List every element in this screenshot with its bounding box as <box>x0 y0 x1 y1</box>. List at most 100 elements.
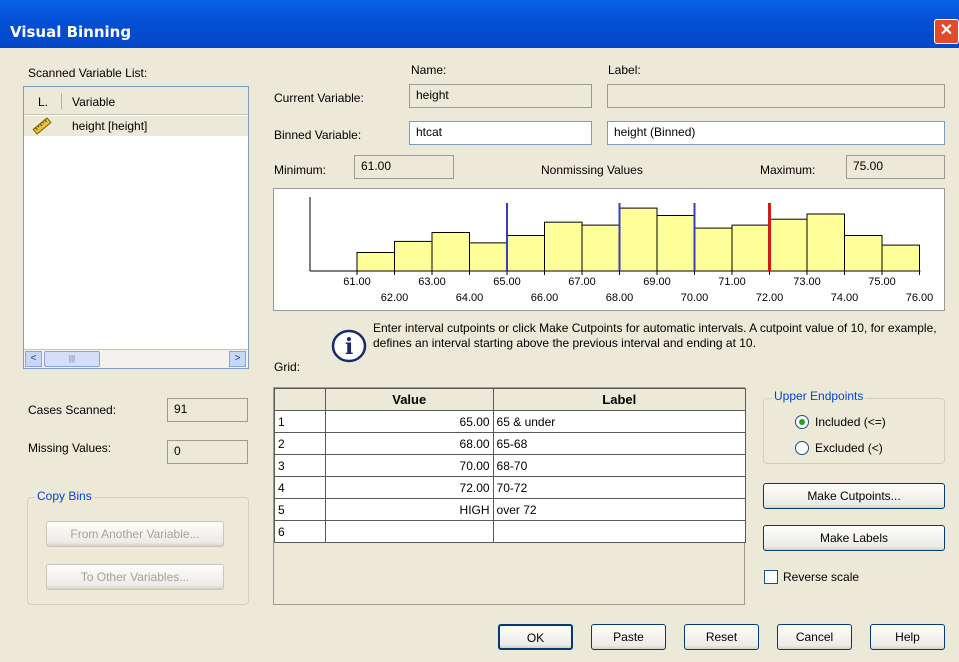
chevron-right-icon: > <box>234 353 241 364</box>
cutpoint-value-cell[interactable]: 68.00 <box>324 432 494 455</box>
histogram-bar <box>694 227 733 272</box>
column-variable-header[interactable]: Variable <box>72 95 115 109</box>
cutpoint-grid[interactable]: Value Label 1 65.00 65 & under 2 68.00 65-68… <box>273 387 747 605</box>
histogram-bar <box>619 207 658 272</box>
cases-scanned-value: 91 <box>167 398 248 422</box>
info-icon: i <box>330 327 368 368</box>
name-header: Name: <box>411 63 447 77</box>
tick-label: 64.00 <box>456 292 484 304</box>
histogram-chart[interactable]: 61.00 63.00 65.00 67.00 69.00 71.00 73.00 75.00… <box>274 189 944 310</box>
make-cutpoints-button[interactable]: Make Cutpoints... <box>763 483 945 509</box>
reset-button[interactable]: Reset <box>684 624 759 650</box>
cutpoint-label-cell[interactable]: 65-68 <box>492 432 747 455</box>
tick-label: 62.00 <box>381 292 409 304</box>
grid-label: Grid: <box>274 360 301 374</box>
reverse-scale-label[interactable]: Reverse scale <box>783 570 859 584</box>
tick-label: 73.00 <box>793 276 821 288</box>
make-labels-button[interactable]: Make Labels <box>763 525 945 551</box>
table-row[interactable]: 1 65.00 65 & under <box>274 410 747 433</box>
table-row[interactable]: 2 68.00 65-68 <box>274 432 747 455</box>
current-variable-label: Current Variable: <box>274 91 364 105</box>
maximum-value: 75.00 <box>846 155 945 179</box>
tick-label: 75.00 <box>868 276 896 288</box>
cases-scanned-label: Cases Scanned: <box>28 403 117 417</box>
histogram-bar <box>769 218 808 272</box>
title-bar[interactable]: Visual Binning ✕ <box>0 0 959 48</box>
binned-variable-name-input[interactable]: htcat <box>409 121 592 145</box>
histogram-bar <box>356 252 395 272</box>
row-number: 3 <box>274 454 326 477</box>
info-text: Enter interval cutpoints or click Make C… <box>373 321 937 350</box>
scroll-left-button[interactable]: < <box>25 351 42 367</box>
nonmissing-values-label: Nonmissing Values <box>541 163 643 177</box>
table-row[interactable]: 3 70.00 68-70 <box>274 454 747 477</box>
tick-label: 68.00 <box>606 292 634 304</box>
tick-label: 61.00 <box>343 276 371 288</box>
window-title: Visual Binning <box>10 23 132 41</box>
tick-label: 69.00 <box>643 276 671 288</box>
scanned-variable-list[interactable]: L. Variable height [height] < ||| > <box>23 86 249 369</box>
list-item-label: height [height] <box>72 119 148 133</box>
table-row[interactable]: 6 <box>274 520 747 543</box>
cutpoint-value-cell[interactable] <box>324 520 494 543</box>
histogram-bar <box>506 234 545 272</box>
tick-label: 74.00 <box>831 292 859 304</box>
cutpoint-value-cell[interactable]: HIGH <box>324 498 494 521</box>
cutpoint-label-cell[interactable] <box>492 520 747 543</box>
cutpoint-value-cell[interactable]: 72.00 <box>324 476 494 499</box>
paste-button[interactable]: Paste <box>591 624 666 650</box>
close-icon: ✕ <box>939 22 954 39</box>
binned-variable-label: Binned Variable: <box>274 128 362 142</box>
tick-label: 71.00 <box>718 276 746 288</box>
tick-label: 63.00 <box>418 276 446 288</box>
histogram-bar <box>581 224 620 272</box>
reverse-scale-checkbox[interactable] <box>764 570 778 584</box>
included-radio-label[interactable]: Included (<=) <box>815 415 886 429</box>
scroll-right-button[interactable]: > <box>229 351 246 367</box>
column-l-header[interactable]: L. <box>38 95 48 109</box>
tick-label: 66.00 <box>531 292 559 304</box>
included-radio[interactable] <box>795 415 809 429</box>
missing-values-label: Missing Values: <box>28 441 112 455</box>
histogram-bar <box>881 244 920 272</box>
histogram-bar <box>431 232 470 272</box>
binned-variable-label-input[interactable]: height (Binned) <box>607 121 945 145</box>
column-value-header: Value <box>324 388 494 411</box>
histogram-bar <box>731 224 770 272</box>
ok-button[interactable]: OK <box>498 624 573 650</box>
cancel-button[interactable]: Cancel <box>777 624 852 650</box>
histogram-bar <box>469 242 508 272</box>
ruler-icon <box>32 117 52 138</box>
histogram-bar <box>544 221 583 272</box>
maximum-label: Maximum: <box>760 163 816 177</box>
scanned-list-label: Scanned Variable List: <box>28 66 148 80</box>
help-button[interactable]: Help <box>870 624 945 650</box>
excluded-radio[interactable] <box>795 441 809 455</box>
histogram-bar <box>656 215 695 272</box>
tick-label: 67.00 <box>568 276 596 288</box>
column-label-header: Label <box>492 388 747 411</box>
cutpoint-value-cell[interactable]: 65.00 <box>324 410 494 433</box>
cutpoint-value-cell[interactable]: 70.00 <box>324 454 494 477</box>
cutpoint-label-cell[interactable]: 65 & under <box>492 410 747 433</box>
to-other-variables-button[interactable]: To Other Variables... <box>46 564 224 590</box>
histogram-panel[interactable]: 61.00 63.00 65.00 67.00 69.00 71.00 73.00 75.00… <box>273 188 945 311</box>
tick-label: 76.00 <box>906 292 934 304</box>
table-row[interactable]: 4 72.00 70-72 <box>274 476 747 499</box>
list-item[interactable]: height [height] <box>24 116 248 136</box>
horizontal-scrollbar[interactable]: < ||| > <box>24 349 248 368</box>
copy-bins-title: Copy Bins <box>35 489 94 503</box>
scroll-thumb[interactable]: ||| <box>44 351 100 367</box>
from-another-variable-button[interactable]: From Another Variable... <box>46 521 224 547</box>
histogram-bar <box>394 240 433 272</box>
cutpoint-label-cell[interactable]: 68-70 <box>492 454 747 477</box>
close-button[interactable]: ✕ <box>934 19 959 44</box>
row-number: 4 <box>274 476 326 499</box>
excluded-radio-label[interactable]: Excluded (<) <box>815 441 883 455</box>
minimum-value: 61.00 <box>354 155 454 179</box>
tick-label: 65.00 <box>493 276 521 288</box>
cutpoint-label-cell[interactable]: 70-72 <box>492 476 747 499</box>
cutpoint-label-cell[interactable]: over 72 <box>492 498 747 521</box>
tick-label: 70.00 <box>681 292 709 304</box>
table-row[interactable]: 5 HIGH over 72 <box>274 498 747 521</box>
